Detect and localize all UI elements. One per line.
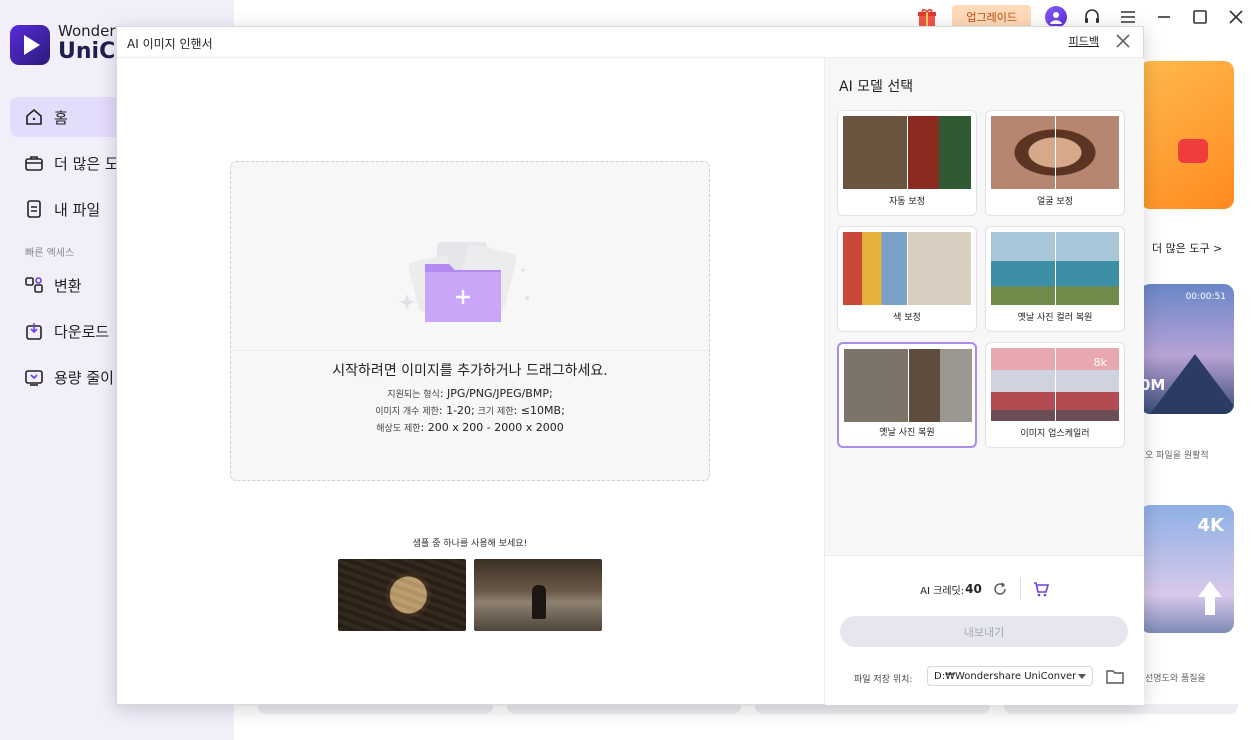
model-card-old-photo-colorize[interactable]: 옛날 사진 컬러 복원: [985, 226, 1125, 332]
file-icon: [24, 199, 44, 219]
dropzone-prompt: 시작하려면 이미지를 추가하거나 드래그하세요.: [332, 363, 608, 379]
download-icon: [24, 321, 44, 341]
mountain-image: [1150, 354, 1234, 414]
feedback-link[interactable]: 피드백: [1069, 33, 1099, 49]
tool-card-compress[interactable]: 00:00:51 0M: [1140, 284, 1234, 414]
8k-badge: 8k: [1093, 356, 1107, 369]
sample-image-pocket-watch[interactable]: [338, 559, 466, 631]
dropzone-limits: 지원되는 형식: JPG/PNG/JPEG/BMP; 이미지 개수 제한: 1-…: [375, 387, 565, 434]
model-card-auto-enhance[interactable]: 자동 보정: [837, 110, 977, 216]
samples-label: 샘플 중 하나를 사용해 보세요!: [412, 539, 528, 549]
dialog-header: AI 이미지 인핸서 피드백: [117, 27, 1143, 58]
model-thumbnail: [991, 116, 1119, 189]
menu-icon[interactable]: [1117, 6, 1139, 28]
promo-card[interactable]: [1140, 61, 1234, 209]
image-dropzone[interactable]: 시작하려면 이미지를 추가하거나 드래그하세요. 지원되는 형식: JPG/PN…: [230, 161, 710, 481]
close-button[interactable]: [1113, 31, 1133, 51]
credits-value: 40: [965, 582, 982, 596]
upload-pane: 시작하려면 이미지를 추가하거나 드래그하세요. 지원되는 형식: JPG/PN…: [117, 58, 823, 704]
credits-label: AI 크레딧:: [920, 585, 965, 597]
headset-icon[interactable]: [1081, 6, 1103, 28]
compress-icon: [24, 367, 44, 387]
close-icon: [1116, 34, 1130, 48]
quick-access-label: 빠른 엑세스: [25, 248, 75, 259]
model-thumbnail: [844, 349, 972, 422]
save-location-label: 파일 저장 위치:: [854, 675, 913, 685]
cart-icon[interactable]: [1033, 581, 1049, 597]
gift-icon[interactable]: [916, 7, 938, 27]
arrow-up-icon: [1198, 581, 1222, 615]
save-path-dropdown[interactable]: D:₩Wondershare UniConver: [927, 666, 1093, 686]
minimize-icon[interactable]: [1153, 6, 1175, 28]
play-icon: [1178, 139, 1208, 163]
more-tools-link[interactable]: 더 많은 도구 >: [1152, 240, 1222, 256]
ai-image-enhancer-dialog: AI 이미지 인핸서 피드백 시작하려면 이미지를 추가하거나 드래그하세요. …: [116, 26, 1144, 705]
sample-image-dog[interactable]: [474, 559, 602, 631]
model-card-face-enhance[interactable]: 얼굴 보정: [985, 110, 1125, 216]
maximize-icon[interactable]: [1189, 6, 1211, 28]
model-card-image-upscaler[interactable]: 8k 이미지 업스케일러: [985, 342, 1125, 448]
avatar[interactable]: [1045, 6, 1067, 28]
model-card-color-enhance[interactable]: 색 보정: [837, 226, 977, 332]
models-title: AI 모델 선택: [839, 79, 914, 95]
video-duration: 00:00:51: [1185, 292, 1226, 302]
chevron-down-icon: [1078, 674, 1086, 679]
export-panel: AI 크레딧: 40 내보내기 파일 저장 위치: D:₩Wondershare…: [825, 555, 1144, 705]
window-close-icon[interactable]: [1225, 6, 1247, 28]
app-logo: [10, 25, 50, 65]
tool-card-caption: 선명도와 품질을: [1145, 674, 1206, 684]
save-path-value: D:₩Wondershare UniConver: [934, 670, 1077, 682]
dropzone-art-area: [231, 162, 709, 351]
refresh-icon[interactable]: [992, 581, 1008, 597]
4k-badge: 4K: [1197, 515, 1224, 536]
tool-card-upscale[interactable]: 4K: [1140, 505, 1234, 633]
export-button[interactable]: 내보내기: [840, 616, 1128, 647]
bg-card-strip: [258, 704, 1238, 714]
model-card-old-photo-restore[interactable]: 옛날 사진 복원: [837, 342, 977, 448]
toolbox-icon: [24, 153, 44, 173]
home-icon: [24, 107, 44, 127]
save-location-row: 파일 저장 위치: D:₩Wondershare UniConver: [825, 664, 1144, 688]
model-thumbnail: [843, 116, 971, 189]
convert-icon: [24, 275, 44, 295]
model-thumbnail: 8k: [991, 348, 1119, 421]
add-folder-icon: [399, 242, 529, 322]
credits-row: AI 크레딧: 40: [825, 578, 1144, 600]
dialog-title: AI 이미지 인핸서: [127, 37, 213, 51]
model-selection-pane: AI 모델 선택 자동 보정 얼굴 보정 색 보정 옛날 사진 컬러 복원 옛날…: [824, 58, 1144, 705]
model-thumbnail: [991, 232, 1119, 305]
model-thumbnail: [843, 232, 971, 305]
tool-card-caption: 오 파일을 원활적: [1145, 451, 1209, 461]
folder-icon[interactable]: [1106, 668, 1124, 684]
